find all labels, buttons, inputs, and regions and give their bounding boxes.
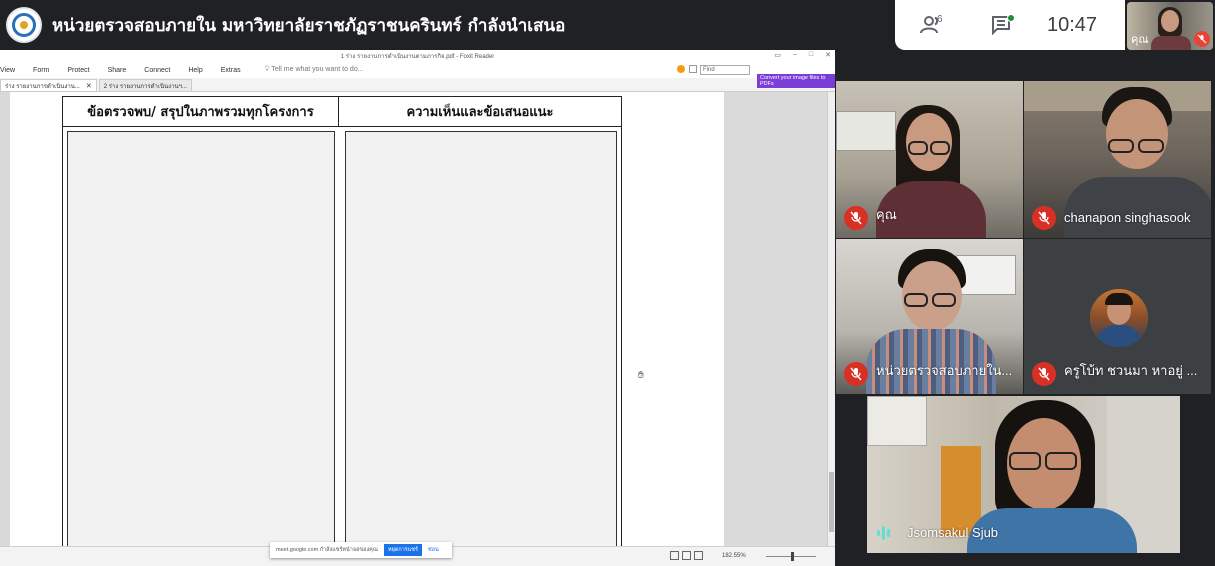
zoom-level: 182.55% bbox=[722, 553, 746, 559]
foxit-tabs: ร่าง รายงานการดำเนินงาน... ✕ 2 ร่าง รายง… bbox=[0, 78, 835, 92]
mic-off-icon bbox=[1194, 31, 1210, 47]
find-input[interactable]: Find bbox=[700, 65, 750, 75]
mic-off-icon bbox=[1032, 362, 1056, 386]
doc-tab-label: 2 ร่าง รายงานการดำเนินงานฯ... bbox=[103, 83, 187, 90]
sun-icon[interactable] bbox=[677, 65, 685, 73]
left-panel-strip bbox=[0, 92, 10, 554]
avatar bbox=[1090, 289, 1148, 347]
tab-close-icon[interactable]: ✕ bbox=[86, 82, 92, 90]
participant-tile-self[interactable]: คุณ bbox=[836, 81, 1023, 238]
single-page-view-icon[interactable] bbox=[670, 551, 679, 560]
people-button[interactable]: 6 bbox=[917, 10, 947, 40]
participant-name: chanapon singhasook bbox=[1064, 210, 1191, 225]
participant-tile-jsomsakul[interactable]: Jsomsakul Sjub bbox=[867, 396, 1180, 553]
convert-banner[interactable]: Convert your image files to PDFs bbox=[757, 74, 835, 88]
maximize-icon[interactable]: □ bbox=[809, 51, 813, 59]
self-preview[interactable]: คุณ bbox=[1127, 2, 1213, 50]
shared-screen: 1 ร่าง รายงานการดำเนินงานตามภารกิจ.pdf -… bbox=[0, 50, 835, 566]
menu-extras[interactable]: Extras bbox=[221, 67, 241, 74]
presenter-title: หน่วยตรวจสอบภายใน มหาวิทยาลัยราชภัฏราชนค… bbox=[52, 15, 566, 36]
doc-tab-2[interactable]: 2 ร่าง รายงานการดำเนินงานฯ... bbox=[98, 79, 192, 91]
doc-table: ข้อตรวจพบ/ สรุปในภาพรวมทุกโครงการ ความเห… bbox=[62, 96, 622, 554]
restore-icon[interactable]: ▭ bbox=[774, 51, 781, 59]
share-notice: meet.google.com กำลังแชร์หน้าจอของคุณ หย… bbox=[270, 542, 452, 558]
vertical-scrollbar[interactable] bbox=[827, 92, 835, 554]
zoom-slider-knob[interactable] bbox=[791, 552, 794, 561]
lightbulb-icon: 💡︎ bbox=[264, 66, 270, 73]
people-count: 6 bbox=[937, 14, 943, 25]
menu-protect[interactable]: Protect bbox=[67, 67, 89, 74]
foxit-window-title: 1 ร่าง รายงานการดำเนินงานตามภารกิจ.pdf -… bbox=[340, 54, 495, 60]
facing-view-icon[interactable] bbox=[694, 551, 703, 560]
mic-off-icon bbox=[844, 206, 868, 230]
findings-textbox[interactable] bbox=[67, 131, 335, 549]
participant-tile-chanapon[interactable]: chanapon singhasook bbox=[1024, 81, 1211, 238]
menu-form[interactable]: Form bbox=[33, 67, 49, 74]
stop-sharing-button[interactable]: หยุดการแชร์ bbox=[383, 544, 422, 556]
minimize-icon[interactable]: – bbox=[793, 51, 797, 59]
clock: 10:47 bbox=[1047, 13, 1098, 36]
scrollbar-thumb[interactable] bbox=[829, 472, 834, 532]
self-label: คุณ bbox=[1131, 34, 1149, 46]
share-notice-text: meet.google.com กำลังแชร์หน้าจอของคุณ bbox=[276, 547, 378, 553]
presenter-avatar bbox=[6, 7, 42, 43]
meet-top-controls: 6 10:47 bbox=[895, 0, 1125, 50]
foxit-titlebar: 1 ร่าง รายงานการดำเนินงานตามภารกิจ.pdf -… bbox=[0, 50, 835, 62]
menu-help[interactable]: Help bbox=[188, 67, 202, 74]
col-header-recommendations: ความเห็นและข้อเสนอแนะ bbox=[339, 97, 621, 127]
participant-name: ครูโบ้ท ชวนมา หาอยู่ ... bbox=[1064, 363, 1198, 378]
pdf-page: ข้อตรวจพบ/ สรุปในภาพรวมทุกโครงการ ความเห… bbox=[10, 92, 724, 554]
foxit-menubar: View Form Protect Share Connect Help Ext… bbox=[0, 62, 835, 78]
presenter-bar: หน่วยตรวจสอบภายใน มหาวิทยาลัยราชภัฏราชนค… bbox=[0, 0, 895, 50]
participant-tile-kru-bot[interactable]: ครูโบ้ท ชวนมา หาอยู่ ... bbox=[1024, 239, 1211, 394]
participant-name: หน่วยตรวจสอบภายใน... bbox=[876, 363, 1013, 378]
participant-name: Jsomsakul Sjub bbox=[907, 525, 999, 540]
recommendations-textbox[interactable] bbox=[345, 131, 617, 549]
document-viewport[interactable]: ข้อตรวจพบ/ สรุปในภาพรวมทุกโครงการ ความเห… bbox=[0, 92, 835, 554]
mic-off-icon bbox=[1032, 206, 1056, 230]
menu-view[interactable]: View bbox=[0, 67, 15, 74]
menu-share[interactable]: Share bbox=[108, 67, 127, 74]
meet-window: หน่วยตรวจสอบภายใน มหาวิทยาลัยราชภัฏราชนค… bbox=[0, 0, 1215, 566]
participant-name: คุณ bbox=[876, 207, 897, 222]
speaking-indicator-icon bbox=[877, 524, 897, 542]
mic-off-icon bbox=[844, 362, 868, 386]
chat-button[interactable] bbox=[987, 10, 1017, 40]
hand-cursor-icon: ✋︎ bbox=[638, 370, 644, 381]
tell-me-box[interactable]: 💡︎ Tell me what you want to do... bbox=[265, 66, 364, 74]
toolbar-icon[interactable] bbox=[689, 65, 697, 73]
doc-tab-1[interactable]: ร่าง รายงานการดำเนินงาน... ✕ bbox=[0, 79, 97, 91]
participant-tile-audit-unit[interactable]: หน่วยตรวจสอบภายใน... bbox=[836, 239, 1023, 394]
chat-notification-dot bbox=[1007, 14, 1015, 22]
close-icon[interactable]: ✕ bbox=[825, 51, 831, 59]
hide-notice-button[interactable]: ซ่อน bbox=[428, 546, 439, 554]
tell-me-text: Tell me what you want to do... bbox=[271, 66, 364, 73]
doc-tab-label: ร่าง รายงานการดำเนินงาน... bbox=[5, 83, 80, 90]
menu-connect[interactable]: Connect bbox=[144, 67, 170, 74]
col-header-findings: ข้อตรวจพบ/ สรุปในภาพรวมทุกโครงการ bbox=[63, 97, 339, 127]
continuous-view-icon[interactable] bbox=[682, 551, 691, 560]
page-margin-area bbox=[724, 92, 827, 554]
